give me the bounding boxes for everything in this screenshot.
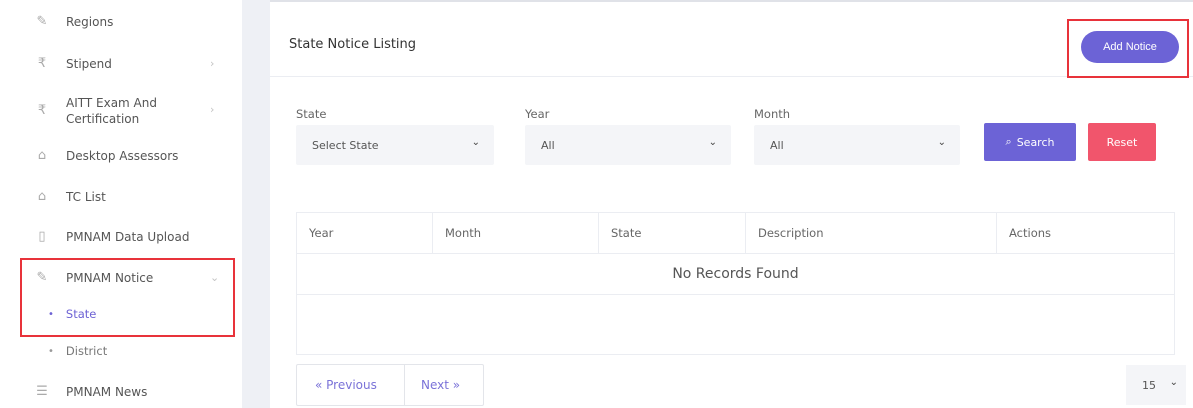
state-select-value: Select State bbox=[312, 138, 379, 152]
sidebar-item-label: Stipend bbox=[66, 56, 112, 71]
reset-button[interactable]: Reset bbox=[1088, 123, 1156, 161]
search-icon: ⌕ bbox=[1005, 135, 1012, 148]
list-icon: ☰ bbox=[36, 384, 48, 399]
app-root: ✎ Regions ₹ Stipend › ₹ AITT Exam And Ce… bbox=[0, 0, 1193, 408]
chevron-down-icon: ⌄ bbox=[471, 137, 480, 148]
rupee-icon: ₹ bbox=[37, 103, 47, 118]
sidebar-item-aitt-exam[interactable]: ₹ AITT Exam And Certification › bbox=[32, 95, 215, 127]
search-button-label: Search bbox=[1016, 135, 1055, 149]
state-filter-label: State bbox=[296, 107, 327, 121]
sidebar-subitem-label: District bbox=[65, 344, 108, 358]
column-header-actions: Actions bbox=[1009, 226, 1052, 240]
per-page-value: 15 bbox=[1142, 378, 1156, 392]
sidebar-subitem-district[interactable]: • District bbox=[48, 344, 107, 358]
sidebar-item-desktop-assessors[interactable]: ⌂ Desktop Assessors bbox=[32, 148, 179, 163]
column-header-year: Year bbox=[297, 213, 433, 253]
table-blank-row bbox=[297, 295, 1174, 354]
sidebar-item-label: AITT Exam And bbox=[66, 96, 157, 110]
pagination: « Previous Next » bbox=[296, 364, 484, 406]
column-header-description: Description bbox=[746, 213, 997, 253]
chevron-down-icon: ⌄ bbox=[937, 137, 946, 148]
sidebar-item-regions[interactable]: ✎ Regions bbox=[32, 14, 114, 29]
sidebar-item-stipend[interactable]: ₹ Stipend › bbox=[32, 56, 215, 71]
sidebar-item-label: Desktop Assessors bbox=[66, 148, 179, 163]
content-gutter bbox=[242, 0, 270, 408]
notice-table: Year Month State Description Actions No … bbox=[296, 212, 1175, 355]
document-icon: ▯ bbox=[38, 229, 46, 244]
search-button[interactable]: ⌕ Search bbox=[984, 123, 1076, 161]
column-header-state: State bbox=[599, 213, 746, 253]
home-icon: ⌂ bbox=[37, 189, 47, 204]
year-select[interactable]: All ⌄ bbox=[525, 125, 731, 165]
highlight-box-add-notice bbox=[1067, 19, 1189, 78]
empty-table-message: No Records Found bbox=[297, 254, 1174, 295]
column-header-month: Month bbox=[433, 213, 599, 253]
sidebar-item-label-line2: Certification bbox=[66, 112, 140, 126]
sidebar-item-tc-list[interactable]: ⌂ TC List bbox=[32, 189, 106, 204]
previous-page-button[interactable]: « Previous bbox=[297, 365, 405, 405]
sidebar-item-label: PMNAM News bbox=[66, 384, 148, 399]
main-panel: State Notice Listing Add Notice State Se… bbox=[270, 2, 1193, 408]
sidebar-item-label: Regions bbox=[66, 14, 114, 29]
sidebar-item-pmnam-data-upload[interactable]: ▯ PMNAM Data Upload bbox=[32, 229, 189, 244]
month-select-value: All bbox=[770, 138, 784, 152]
card-header: State Notice Listing Add Notice bbox=[270, 2, 1193, 77]
next-page-button[interactable]: Next » bbox=[405, 365, 483, 405]
bullet-icon: • bbox=[48, 345, 54, 357]
chevron-down-icon: ⌄ bbox=[1169, 377, 1178, 388]
sidebar-item-label: TC List bbox=[66, 189, 106, 204]
rupee-icon: ₹ bbox=[37, 56, 47, 71]
home-icon: ⌂ bbox=[37, 148, 47, 163]
chevron-down-icon: ⌄ bbox=[708, 137, 717, 148]
page-title: State Notice Listing bbox=[289, 37, 417, 52]
pencil-icon: ✎ bbox=[36, 14, 48, 29]
year-filter-label: Year bbox=[525, 107, 550, 121]
month-select[interactable]: All ⌄ bbox=[754, 125, 960, 165]
per-page-select[interactable]: 15 ⌄ bbox=[1126, 365, 1186, 405]
table-header: Year Month State Description Actions bbox=[297, 213, 1174, 254]
highlight-box-sidebar bbox=[20, 258, 235, 337]
year-select-value: All bbox=[541, 138, 555, 152]
chevron-right-icon: › bbox=[210, 103, 215, 116]
sidebar-item-label: PMNAM Data Upload bbox=[66, 229, 190, 244]
chevron-right-icon: › bbox=[210, 57, 215, 70]
state-select[interactable]: Select State ⌄ bbox=[296, 125, 494, 165]
sidebar-item-label-wrap: AITT Exam And Certification bbox=[66, 95, 157, 127]
sidebar: ✎ Regions ₹ Stipend › ₹ AITT Exam And Ce… bbox=[0, 0, 242, 408]
month-filter-label: Month bbox=[754, 107, 791, 121]
sidebar-item-pmnam-news[interactable]: ☰ PMNAM News bbox=[32, 384, 147, 399]
